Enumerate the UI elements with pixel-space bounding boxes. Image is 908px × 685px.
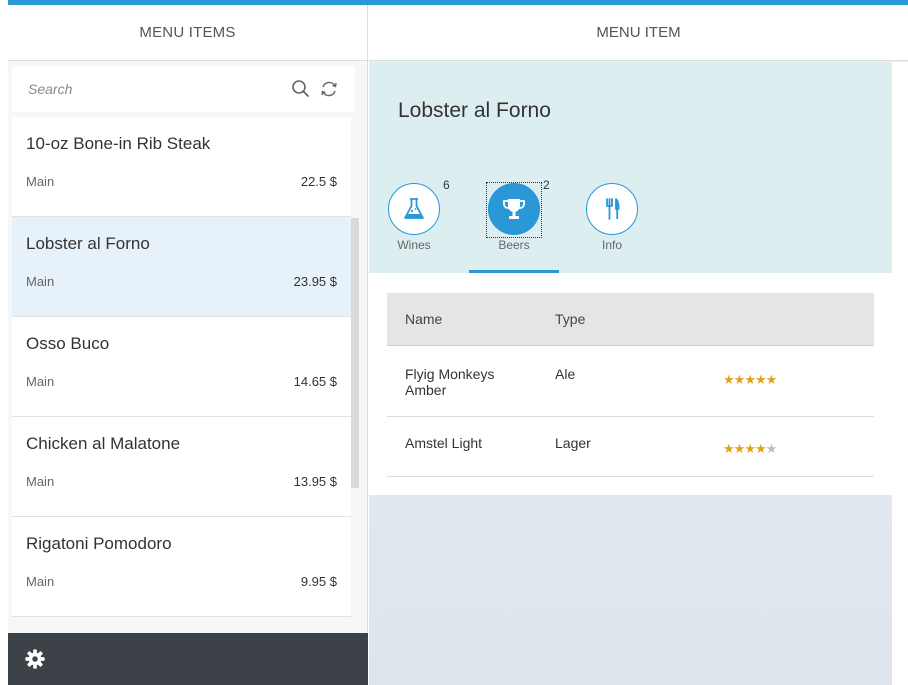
- trophy-icon: [501, 196, 527, 222]
- detail-header-title: MENU ITEM: [369, 5, 908, 61]
- search-bar: [12, 66, 355, 112]
- item-title: Osso Buco: [26, 334, 110, 353]
- list-item[interactable]: Lobster al Forno Main 23.95 $: [12, 217, 351, 317]
- tab-beers[interactable]: 2 Beers: [486, 178, 557, 258]
- refresh-icon[interactable]: [315, 75, 343, 103]
- item-price: 9.95 $: [300, 574, 337, 589]
- tab-label: Wines: [397, 238, 431, 252]
- beer-rating: ★★★★★: [705, 345, 874, 417]
- search-input[interactable]: [28, 81, 287, 97]
- tab-circle: [488, 183, 540, 235]
- star-icon: ★: [723, 440, 735, 456]
- list-item[interactable]: Rigatoni Pomodoro Main 9.95 $: [12, 517, 351, 617]
- tab-label: Beers: [498, 238, 530, 252]
- star-icon: ★: [733, 440, 746, 456]
- beer-name: Amstel Light: [387, 416, 537, 477]
- master-pane: MENU ITEMS 10-oz Bone-in Rib Steak Main …: [8, 5, 368, 685]
- item-price: 14.65 $: [293, 374, 337, 389]
- gear-icon[interactable]: [24, 648, 46, 670]
- star-icon: ★: [765, 440, 778, 456]
- search-icon[interactable]: [287, 75, 315, 103]
- list-item[interactable]: 10-oz Bone-in Rib Steak Main 22.5 $: [12, 117, 351, 217]
- item-price: 22.5 $: [300, 174, 337, 189]
- master-footer: [8, 633, 368, 685]
- item-category: Main: [26, 474, 55, 489]
- item-title: 10-oz Bone-in Rib Steak: [26, 134, 211, 153]
- item-price: 23.95 $: [293, 274, 337, 289]
- master-header-title: MENU ITEMS: [8, 5, 367, 61]
- tab-circle: [586, 183, 638, 235]
- rating-stars: ★★★★★: [723, 366, 778, 388]
- beers-table: Name Type Flyig Monkeys Amber Ale ★★★★★ …: [387, 293, 874, 477]
- object-title: Lobster al Forno: [398, 99, 551, 122]
- column-header-name: Name: [387, 293, 537, 346]
- item-category: Main: [26, 174, 55, 189]
- item-title: Lobster al Forno: [26, 234, 150, 253]
- column-header-rating: [705, 293, 874, 346]
- star-icon: ★: [744, 371, 756, 387]
- beer-type: Ale: [537, 345, 705, 417]
- column-header-type: Type: [537, 293, 705, 346]
- star-icon: ★: [723, 371, 735, 387]
- item-title: Chicken al Malatone: [26, 434, 181, 453]
- tab-count: 6: [443, 178, 450, 192]
- object-header: Lobster al Forno 6 Wines 2 Beers Info: [369, 62, 892, 273]
- tab-info[interactable]: Info: [585, 178, 655, 258]
- beer-name: Flyig Monkeys Amber: [387, 345, 537, 417]
- beers-table-container: Name Type Flyig Monkeys Amber Ale ★★★★★ …: [369, 273, 892, 495]
- item-price: 13.95 $: [293, 474, 337, 489]
- list-item[interactable]: Osso Buco Main 14.65 $: [12, 317, 351, 417]
- list-item[interactable]: Chicken al Malatone Main 13.95 $: [12, 417, 351, 517]
- tab-circle: [388, 183, 440, 235]
- window-right-edge: [892, 62, 908, 685]
- star-icon: ★: [754, 440, 767, 456]
- table-row[interactable]: Flyig Monkeys Amber Ale ★★★★★: [387, 345, 874, 417]
- table-row[interactable]: Amstel Light Lager ★★★★★: [387, 416, 874, 477]
- item-category: Main: [26, 274, 55, 289]
- star-icon: ★: [754, 371, 767, 387]
- tab-wines[interactable]: 6 Wines: [387, 178, 457, 258]
- beer-rating: ★★★★★: [705, 416, 874, 477]
- star-icon: ★: [744, 440, 756, 456]
- beer-type: Lager: [537, 416, 705, 477]
- star-icon: ★: [733, 371, 746, 387]
- tab-count: 2: [543, 178, 550, 192]
- list-scrollbar[interactable]: [351, 218, 359, 488]
- item-title: Rigatoni Pomodoro: [26, 534, 172, 553]
- menu-items-list: 10-oz Bone-in Rib Steak Main 22.5 $ Lobs…: [12, 117, 351, 617]
- star-icon: ★: [765, 371, 778, 387]
- rating-stars: ★★★★★: [723, 435, 778, 457]
- item-category: Main: [26, 574, 55, 589]
- flask-icon: [401, 196, 427, 222]
- item-category: Main: [26, 374, 55, 389]
- tab-label: Info: [601, 238, 622, 252]
- fork-knife-icon: [599, 196, 625, 222]
- detail-pane: MENU ITEM Lobster al Forno 6 Wines 2 Bee…: [369, 5, 908, 685]
